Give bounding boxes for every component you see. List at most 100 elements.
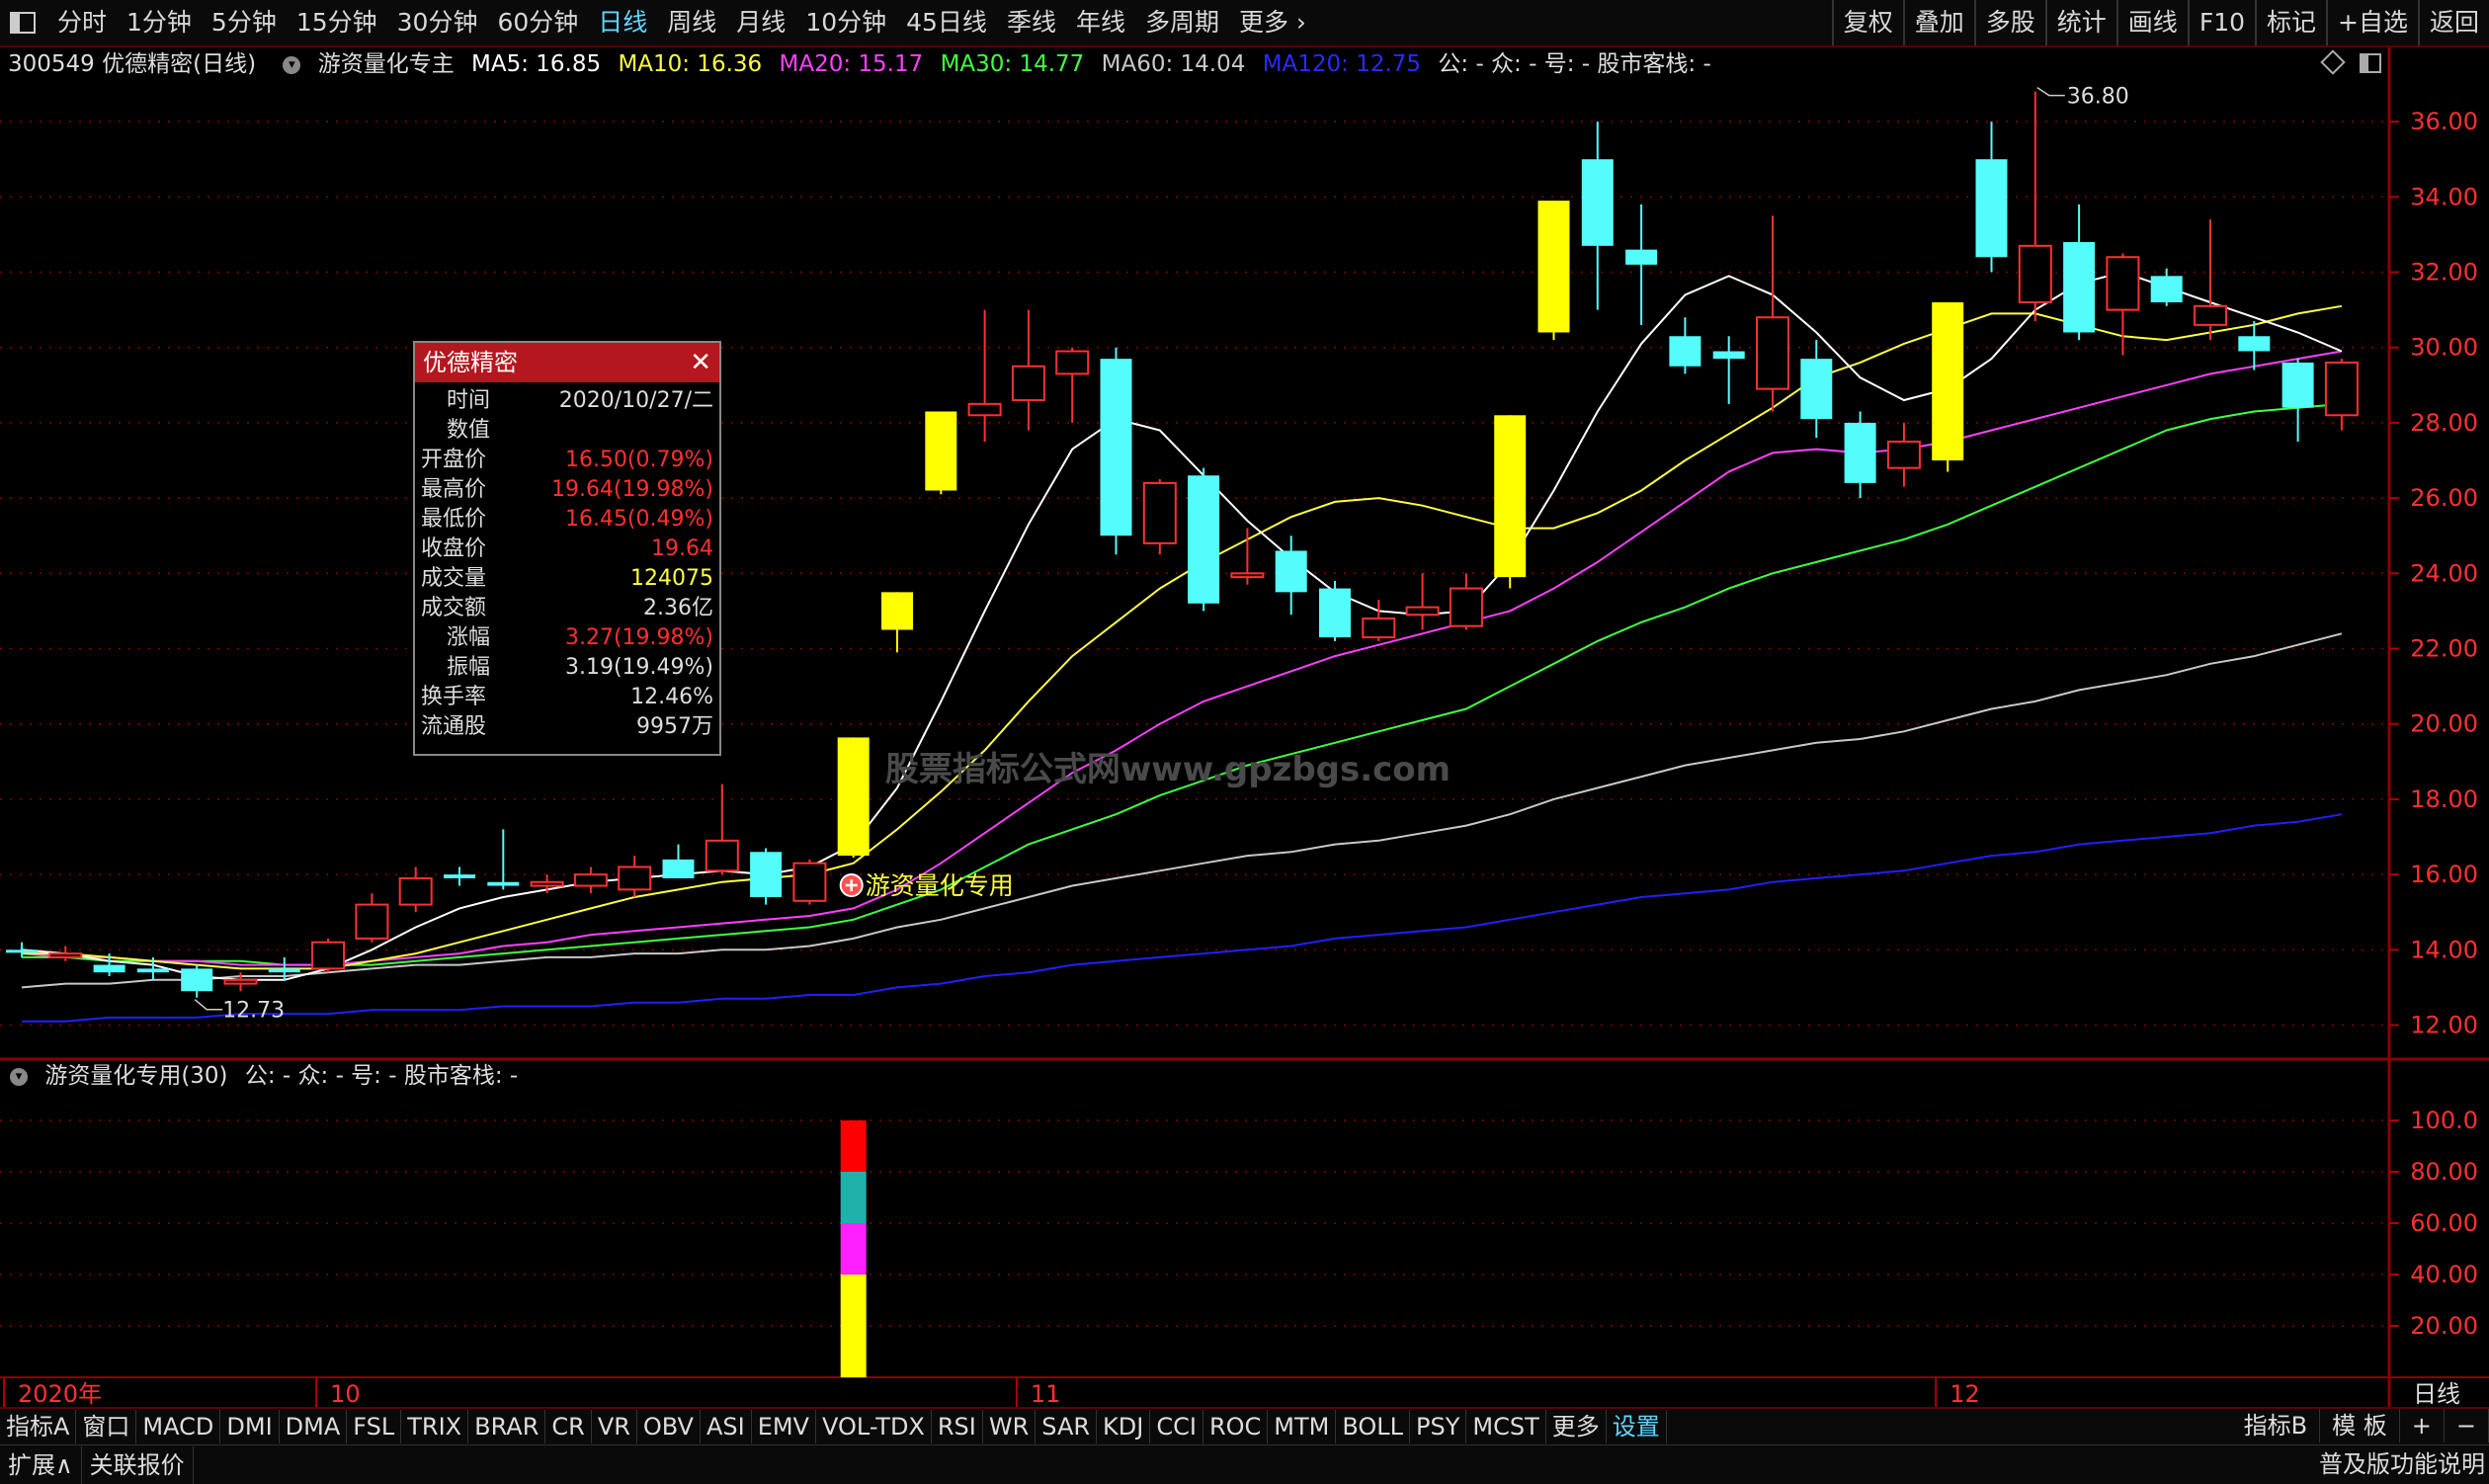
candle[interactable] <box>444 866 475 886</box>
candle[interactable] <box>967 309 1002 442</box>
indicator-tab[interactable]: 窗口 <box>76 1410 137 1443</box>
indicator-tab[interactable]: 指标A <box>0 1410 77 1443</box>
indicator-tab-right[interactable]: 模 板 <box>2320 1409 2400 1443</box>
indicator-tab[interactable]: CCI <box>1150 1410 1203 1443</box>
candle-body <box>181 968 213 992</box>
indicator-tab[interactable]: WR <box>983 1410 1037 1443</box>
candle[interactable] <box>1932 301 1964 472</box>
candle[interactable] <box>1844 411 1876 499</box>
data-window[interactable]: 优德精密 ✕ 时间 2020/10/27/二 数值 开盘价 16.50(0.79%) 最高… <box>413 341 721 756</box>
candle-body <box>967 402 1002 417</box>
candle[interactable] <box>1405 573 1440 630</box>
candle[interactable] <box>2063 204 2096 341</box>
data-window-key: 数值 <box>447 418 491 443</box>
candle[interactable] <box>573 866 608 894</box>
indicator-tab-right[interactable]: 指标B <box>2232 1409 2321 1443</box>
candle[interactable] <box>881 592 913 653</box>
indicator-tab[interactable]: CR <box>545 1410 592 1443</box>
sub-indicator-title[interactable]: 游资量化专用(30) <box>44 1063 227 1089</box>
candle[interactable] <box>1055 347 1090 423</box>
candle[interactable] <box>925 411 957 495</box>
candle[interactable] <box>837 737 870 858</box>
indicator-tab[interactable]: MCST <box>1466 1410 1546 1443</box>
indicator-tab[interactable]: VOL-TDX <box>816 1410 932 1443</box>
candle[interactable] <box>750 848 783 905</box>
candle[interactable] <box>2238 321 2271 371</box>
kline-chart[interactable]: 36.00 34.00 32.00 30.00 28.00 26.00 24.00 22.00… <box>0 0 2489 1407</box>
indicator-tab[interactable]: RSI <box>932 1410 983 1443</box>
indicator-tab[interactable]: TRIX <box>401 1410 469 1443</box>
indicator-tab[interactable]: SAR <box>1036 1410 1098 1443</box>
indicator-tab[interactable]: EMV <box>752 1410 816 1443</box>
candle[interactable] <box>1712 336 1745 404</box>
candle[interactable] <box>792 859 827 905</box>
candle[interactable] <box>1581 122 1614 310</box>
candle[interactable] <box>355 893 389 943</box>
y-tick-label: 30.00 <box>2410 334 2478 362</box>
candle-body <box>1230 572 1265 579</box>
candle[interactable] <box>2018 91 2052 322</box>
indicator-tab[interactable]: DMI <box>220 1410 280 1443</box>
candle[interactable] <box>1537 201 1570 341</box>
indicator-tab[interactable]: ASI <box>701 1410 752 1443</box>
candle[interactable] <box>1756 215 1789 412</box>
candle[interactable] <box>1319 580 1351 641</box>
y-tick-label: 24.00 <box>2410 559 2478 587</box>
data-window-key: 收盘价 <box>421 536 487 561</box>
close-icon[interactable]: ✕ <box>690 343 711 382</box>
status-item[interactable]: 扩展∧ <box>0 1445 82 1484</box>
candle[interactable] <box>2282 359 2314 442</box>
indicator-tab[interactable]: PSY <box>1410 1410 1467 1443</box>
y-tick-label: 32.00 <box>2410 259 2478 287</box>
candle[interactable] <box>1100 347 1132 555</box>
indicator-tab[interactable]: 更多 <box>1546 1410 1607 1443</box>
candle[interactable] <box>1975 122 2008 273</box>
candle[interactable] <box>1011 309 1045 431</box>
indicator-tab[interactable]: BRAR <box>468 1410 546 1443</box>
candle[interactable] <box>1800 340 1833 439</box>
indicator-tab[interactable]: 设置 <box>1607 1410 1667 1443</box>
candle[interactable] <box>311 938 346 973</box>
candle[interactable] <box>1886 422 1921 487</box>
x-tick-label: 12 <box>1950 1380 1980 1407</box>
indicator-tab[interactable]: MTM <box>1268 1410 1337 1443</box>
sub-y-tick-label: 100.0 <box>2410 1107 2478 1134</box>
candle[interactable] <box>2106 253 2140 356</box>
candle[interactable] <box>2150 268 2183 306</box>
candle[interactable] <box>1449 573 1483 630</box>
indicator-tab[interactable]: DMA <box>280 1410 348 1443</box>
ma30-line <box>22 402 2342 966</box>
data-window-value: 3.19(19.49%) <box>564 655 713 680</box>
candle[interactable] <box>1230 528 1265 585</box>
indicator-tab-right[interactable]: − <box>2445 1409 2489 1443</box>
help-link[interactable]: 普及版功能说明 <box>2319 1445 2485 1483</box>
indicator-tab[interactable]: FSL <box>347 1410 402 1443</box>
candle[interactable] <box>1188 467 1220 612</box>
status-item[interactable]: 关联报价 <box>82 1445 194 1484</box>
candle[interactable] <box>1494 415 1527 589</box>
indicator-tab-right[interactable]: + <box>2400 1409 2445 1443</box>
candle[interactable] <box>1669 317 1701 374</box>
indicator-bar-segment <box>840 1120 867 1172</box>
candle[interactable] <box>398 866 433 913</box>
candle[interactable] <box>1625 204 1658 325</box>
data-window-rows: 时间 2020/10/27/二 数值 开盘价 16.50(0.79%) 最高价 19.64(… <box>415 382 719 742</box>
indicator-tab[interactable]: VR <box>592 1410 637 1443</box>
indicator-tab[interactable]: ROC <box>1203 1410 1269 1443</box>
indicator-tab[interactable]: BOLL <box>1336 1410 1411 1443</box>
indicator-tab[interactable]: MACD <box>136 1410 221 1443</box>
indicator-tab[interactable]: KDJ <box>1097 1410 1151 1443</box>
candle[interactable] <box>2324 359 2359 431</box>
indicator-tab[interactable]: OBV <box>637 1410 701 1443</box>
candle-body <box>2150 276 2183 302</box>
candle[interactable] <box>618 856 652 897</box>
candle[interactable] <box>705 783 739 875</box>
data-window-key: 时间 <box>447 388 491 413</box>
candle[interactable] <box>181 964 213 998</box>
candle[interactable] <box>1142 479 1177 555</box>
data-window-row: 收盘价 19.64 <box>415 535 719 564</box>
candle[interactable] <box>662 844 695 878</box>
chevron-down-icon[interactable]: ▾ <box>10 1067 28 1086</box>
candle[interactable] <box>487 829 520 890</box>
candle[interactable] <box>2194 219 2227 341</box>
